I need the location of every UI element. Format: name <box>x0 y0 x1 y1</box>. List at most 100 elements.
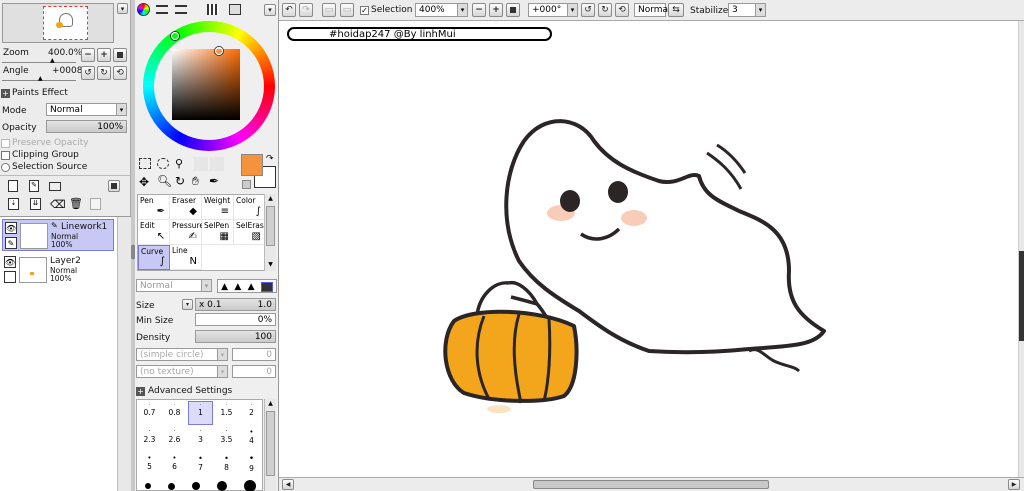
brush-lock-icon[interactable]: ✎ <box>5 237 17 249</box>
brush-size-6[interactable]: • 6 <box>162 454 187 471</box>
zoom-icon[interactable]: 🔍︎ <box>157 174 172 188</box>
angle-select[interactable]: +000° ▾ <box>528 3 578 17</box>
rect-select-icon[interactable] <box>139 158 151 169</box>
brush-size-7[interactable]: • 7 <box>188 454 213 472</box>
density-slider[interactable]: 100 <box>195 330 276 343</box>
zoom-reset-button[interactable] <box>113 48 127 62</box>
brush-texture-value[interactable]: 0 <box>232 365 276 378</box>
brush-size-3[interactable]: · 3 <box>188 428 213 444</box>
toolbar-zoom-out-button[interactable]: − <box>472 3 486 17</box>
brush-presets-scrollbar[interactable]: ▲ <box>264 399 276 491</box>
layer-row-layer2[interactable]: 👁 Layer2 Normal 100% <box>2 254 114 286</box>
primary-color-swatch[interactable] <box>241 154 263 176</box>
tool-weight[interactable]: Weight ≡ <box>202 195 234 220</box>
move-icon[interactable]: ✥ <box>139 175 149 189</box>
eye-icon[interactable]: 👁 <box>4 256 16 268</box>
brush-lock-icon[interactable] <box>4 271 16 283</box>
size-slider[interactable]: x 0.1 1.0 <box>195 298 276 311</box>
canvas-vertical-scrollbar[interactable] <box>1018 21 1024 477</box>
flip-view-button[interactable]: ⇆ <box>668 3 684 17</box>
toolbar-zoom-reset-button[interactable] <box>506 3 520 17</box>
selection-source-checkbox[interactable]: Selection Source <box>1 162 87 172</box>
paints-effect-header[interactable]: + Paints Effect <box>1 88 68 98</box>
swatches-tab-icon[interactable] <box>207 4 219 15</box>
brush-size-row4[interactable] <box>137 480 264 491</box>
blend-mode-display[interactable]: Normal <box>634 3 671 17</box>
navigator-menu-button[interactable]: ▾ <box>117 3 128 14</box>
brush-size-1.5[interactable]: · 1.5 <box>214 402 239 417</box>
zoom-in-button[interactable]: + <box>97 48 111 62</box>
zoom-select[interactable]: 400% ▾ <box>415 3 468 17</box>
new-linework-layer-icon[interactable]: ✎ <box>29 180 39 192</box>
advanced-settings-header[interactable]: + Advanced Settings <box>136 386 232 396</box>
zoom-slider[interactable]: ▲ <box>2 57 76 64</box>
tool-pen[interactable]: Pen ✒ <box>138 195 170 220</box>
color-panel-menu-button[interactable]: ▾ <box>264 4 276 16</box>
canvas-area[interactable]: #hoidap247 @By linhMui <box>279 21 1024 477</box>
color-picker-handle[interactable] <box>215 47 223 55</box>
lasso-select-icon[interactable] <box>157 158 169 169</box>
layer-settings-button[interactable] <box>108 180 120 192</box>
tool-curve[interactable]: Curve ∫ <box>138 245 170 270</box>
tool-selpen[interactable]: SelPen ▦ <box>202 220 234 245</box>
tool-line[interactable]: Line N <box>170 245 202 270</box>
tool-grid-scrollbar[interactable]: ▲ ▼ <box>264 194 276 271</box>
magic-wand-icon[interactable]: ⚲ <box>175 157 183 170</box>
rotate-icon[interactable]: ↻ <box>175 174 185 188</box>
brush-size-1[interactable]: · 1 <box>188 401 213 425</box>
edge-soft-icon[interactable]: ▲ <box>248 282 255 292</box>
navigator-preview[interactable] <box>2 3 114 43</box>
toolbar-rotate-reset-button[interactable]: ⟲ <box>615 3 629 17</box>
scroll-thumb[interactable] <box>533 480 769 489</box>
canvas-horizontal-scrollbar[interactable]: ◀ ▶ <box>279 477 1024 491</box>
redo-button[interactable]: ↷ <box>299 3 313 17</box>
clipping-group-checkbox[interactable]: Clipping Group <box>1 150 79 160</box>
invert-selection-button[interactable]: ▭ <box>340 3 354 17</box>
hsv-slider-tab-icon[interactable] <box>175 5 187 14</box>
tool-seleras[interactable]: SelEras ▧ <box>234 220 266 245</box>
brush-size-3.5[interactable]: · 3.5 <box>214 428 239 444</box>
selection-checkbox[interactable]: ✓ Selection <box>360 5 412 15</box>
size-multiplier-button[interactable]: ▾ <box>182 299 193 310</box>
toolbar-rotate-right-button[interactable]: ↻ <box>598 3 612 17</box>
new-folder-icon[interactable] <box>49 182 61 191</box>
transparent-color-icon[interactable] <box>242 180 251 189</box>
eye-icon[interactable]: 👁 <box>5 222 17 234</box>
toolbar-zoom-in-button[interactable]: + <box>489 3 503 17</box>
layer-list-scrollbar[interactable] <box>117 217 131 491</box>
delete-layer-icon[interactable]: 🗑 <box>69 197 83 210</box>
opacity-slider[interactable]: 100% <box>46 120 127 133</box>
preserve-opacity-checkbox[interactable]: Preserve Opacity <box>1 138 89 148</box>
hand-icon[interactable]: ✋︎ <box>192 174 199 189</box>
brush-size-4[interactable]: • 4 <box>239 428 264 445</box>
rotate-left-button[interactable]: ↺ <box>81 66 95 80</box>
brush-size-5[interactable]: • 5 <box>137 454 162 471</box>
color-wheel-tab-icon[interactable] <box>137 3 150 16</box>
rotate-reset-button[interactable]: ⟲ <box>113 66 127 80</box>
angle-slider[interactable]: ▲ <box>2 75 76 82</box>
toolbar-rotate-left-button[interactable]: ↺ <box>581 3 595 17</box>
eyedropper-icon[interactable]: ✒ <box>209 174 219 188</box>
clear-layer-icon[interactable]: ⌫ <box>50 198 66 211</box>
brush-size-0.7[interactable]: · 0.7 <box>137 402 162 417</box>
rotate-right-button[interactable]: ↻ <box>97 66 111 80</box>
brush-edge-selector[interactable]: ▲ ▲ ▲ <box>217 279 277 293</box>
scroll-left-button[interactable]: ◀ <box>282 479 294 490</box>
merge-down-icon[interactable]: ⇊ <box>30 198 41 210</box>
scratchpad-tab-icon[interactable] <box>229 4 241 15</box>
lock-layer-icon[interactable] <box>90 198 101 210</box>
brush-size-9[interactable]: • 9 <box>239 454 264 473</box>
hue-picker-handle[interactable] <box>171 32 179 40</box>
tool-color[interactable]: Color ∫ <box>234 195 266 220</box>
min-size-slider[interactable]: 0% <box>195 313 276 326</box>
new-layer-icon[interactable] <box>8 180 18 192</box>
rgb-slider-tab-icon[interactable] <box>156 5 168 14</box>
stabilizer-select[interactable]: 3 ▾ <box>728 3 766 17</box>
scroll-right-button[interactable]: ▶ <box>1008 479 1020 490</box>
brush-blend-select[interactable]: Normal ▾ <box>136 279 212 292</box>
edge-mid-icon[interactable]: ▲ <box>234 282 241 292</box>
layer-row-linework1[interactable]: 👁 ✎ ✎ Linework1 Normal 100% <box>2 219 114 251</box>
brush-size-2.3[interactable]: · 2.3 <box>137 428 162 444</box>
deselect-button[interactable]: ▭ <box>322 3 336 17</box>
swap-colors-icon[interactable]: ↷ <box>266 154 274 164</box>
